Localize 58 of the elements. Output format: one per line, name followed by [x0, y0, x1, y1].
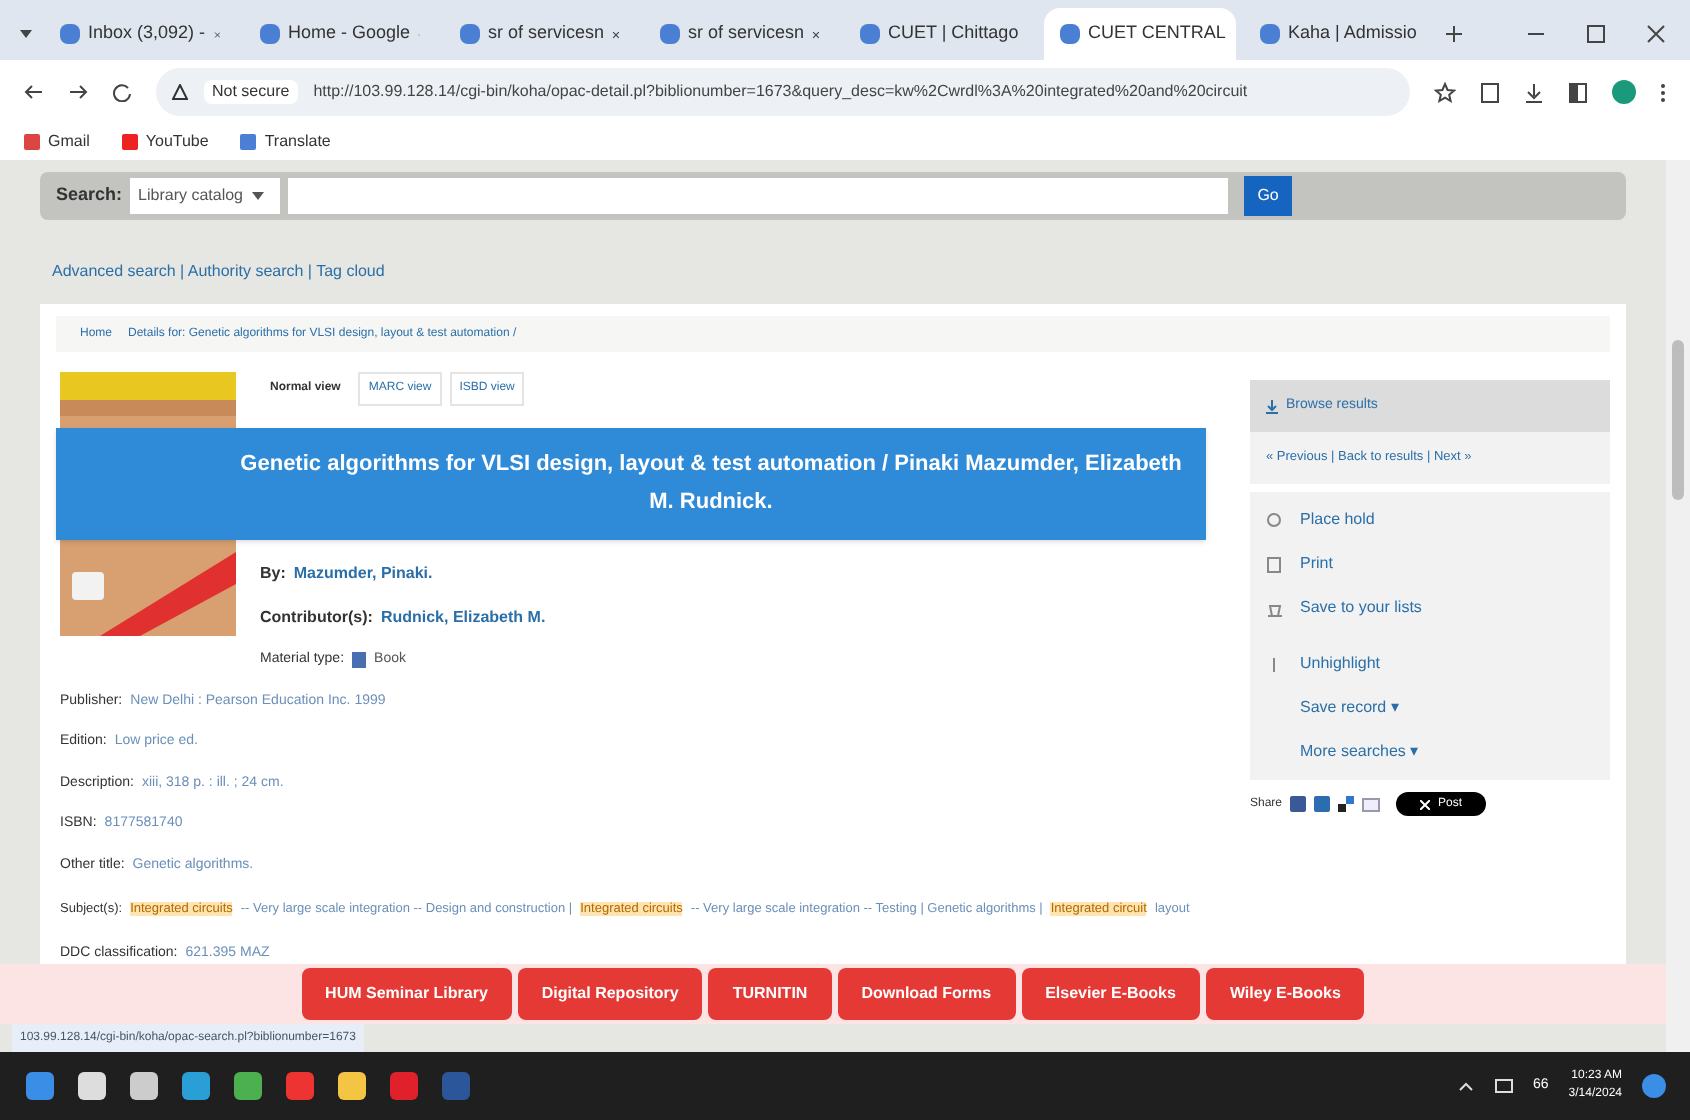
title-banner: Genetic algorithms for VLSI design, layout & test automation / Pinaki Mazumder, Elizabeth M. Rudnick. — [56, 428, 1206, 540]
scrollbar[interactable] — [1666, 160, 1690, 1052]
tab-title: Home - Google — [288, 20, 411, 47]
back-icon[interactable] — [24, 82, 44, 102]
footer-button[interactable]: Download Forms — [837, 968, 1016, 1020]
address-bar[interactable]: Not secure http://103.99.128.14/cgi-bin/koha/opac-detail.pl?biblionumber=1673&query_desc=kw%2Cwrdl%3A%20integrated%20and%20circuit — [156, 68, 1410, 116]
bookmark-link[interactable]: Gmail — [48, 130, 90, 154]
url-text: http://103.99.128.14/cgi-bin/koha/opac-detail.pl?biblionumber=1673&query_desc=kw%2Cwrdl%3A%20integrated%20and%20circuit — [313, 80, 1248, 104]
action-link[interactable]: Save record ▾ — [1300, 696, 1399, 720]
footer-button[interactable]: TURNITIN — [708, 968, 832, 1020]
sidebar-icon[interactable] — [1568, 81, 1588, 103]
maximize-icon[interactable] — [1586, 24, 1606, 44]
field-label: Contributor(s): — [260, 606, 373, 630]
forward-icon[interactable] — [68, 82, 88, 102]
footer-button[interactable]: Digital Repository — [517, 968, 703, 1020]
tab-title: sr of servicesn — [688, 20, 805, 47]
search-field[interactable] — [288, 178, 1229, 214]
scope-select[interactable]: Library catalog — [130, 178, 281, 214]
security-label: Not secure — [204, 80, 298, 104]
x-logo-icon[interactable] — [1420, 799, 1431, 809]
action-link[interactable]: Print — [1300, 552, 1333, 576]
print-icon[interactable] — [1266, 555, 1284, 573]
action-link[interactable]: More searches ▾ — [1300, 740, 1419, 764]
tab-title: Inbox (3,092) - — [88, 20, 206, 47]
more-icon[interactable] — [1660, 81, 1666, 103]
search-label: Search: — [56, 182, 123, 209]
reload-icon[interactable] — [112, 82, 132, 102]
footer-button[interactable]: Wiley E-Books — [1205, 968, 1365, 1020]
bookmark-link[interactable]: Translate — [264, 130, 331, 154]
star-icon[interactable] — [1434, 81, 1456, 103]
action-link[interactable]: Save to your lists — [1300, 596, 1422, 620]
tab-title: Kaha | Admissio — [1288, 20, 1417, 47]
bookmark-link[interactable]: YouTube — [145, 130, 209, 154]
browser-tab[interactable]: Kaha | Admissio — [1244, 8, 1436, 60]
author-link[interactable]: Mazumder, Pinaki. — [293, 562, 433, 586]
footer-button[interactable]: HUM Seminar Library — [301, 968, 512, 1020]
go-button[interactable]: Go — [1244, 176, 1293, 216]
tab-title: sr of servicesn — [488, 20, 605, 47]
caret-icon[interactable] — [251, 192, 264, 200]
browser-tab[interactable]: Home - Google — [244, 8, 436, 60]
browser-tab[interactable]: sr of servicesn — [444, 8, 636, 60]
tab-title: CUET CENTRAL — [1088, 20, 1226, 47]
email-icon[interactable] — [1362, 797, 1381, 811]
warning-icon[interactable] — [172, 84, 188, 100]
footer-button[interactable]: Elsevier E-Books — [1021, 968, 1200, 1020]
author-link[interactable]: Rudnick, Elizabeth M. — [380, 606, 546, 630]
browser-tab[interactable]: CUET | Chittago — [844, 8, 1036, 60]
browser-tab[interactable]: Inbox (3,092) - — [44, 8, 236, 60]
action-link[interactable]: Place hold — [1300, 508, 1375, 532]
tab-title: CUET | Chittago — [888, 20, 1019, 47]
field-label: By: — [260, 562, 286, 586]
browser-tab[interactable]: CUET CENTRAL — [1044, 8, 1236, 60]
browser-tab[interactable]: sr of servicesn — [644, 8, 836, 60]
download-icon[interactable] — [1524, 81, 1544, 103]
new-tab-icon[interactable] — [1444, 24, 1464, 44]
chevron-icon[interactable] — [1457, 1078, 1473, 1094]
action-link[interactable]: Unhighlight — [1300, 652, 1381, 676]
search-links[interactable]: Advanced search | Authority search | Tag cloud — [52, 260, 1626, 284]
